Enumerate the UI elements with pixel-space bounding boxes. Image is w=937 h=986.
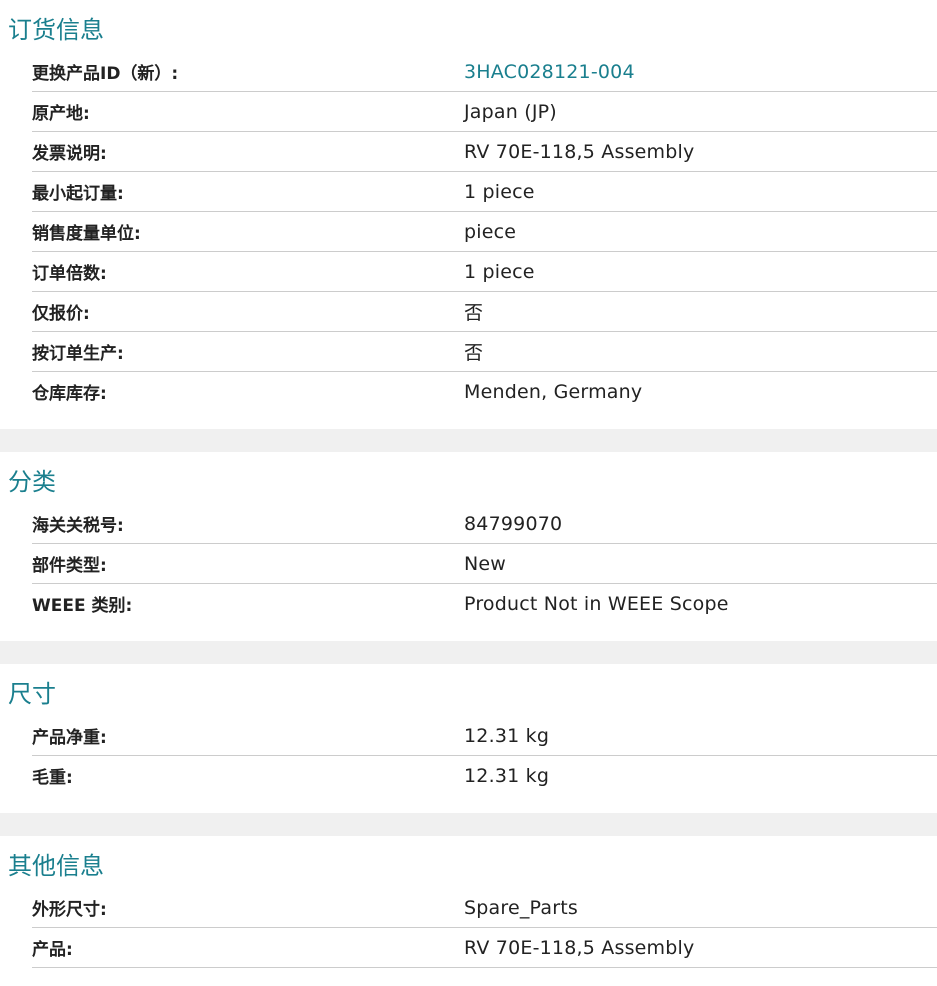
- section-title-ordering-info: 订货信息: [8, 16, 104, 44]
- row-label: 更换产品ID（新）:: [32, 64, 179, 84]
- row-label: 部件类型:: [32, 556, 107, 576]
- row-label: 外形尺寸:: [32, 900, 107, 920]
- section-title-dimensions: 尺寸: [8, 680, 56, 708]
- section-divider-band: [0, 641, 937, 664]
- row-label: 毛重:: [32, 768, 73, 788]
- table-row: 外形尺寸: Spare_Parts: [32, 888, 937, 928]
- table-row: 仅报价: 否: [32, 292, 937, 332]
- section-dimensions: 尺寸 产品净重: 12.31 kg 毛重: 12.31 kg: [0, 664, 937, 813]
- row-value: piece: [464, 220, 517, 243]
- table-row: WEEE 类别: Product Not in WEEE Scope: [32, 584, 937, 623]
- row-label: 按订单生产:: [32, 344, 124, 364]
- section-title-classification: 分类: [8, 468, 56, 496]
- table-row: 部件类型: New: [32, 544, 937, 584]
- dimensions-table: 产品净重: 12.31 kg 毛重: 12.31 kg: [32, 716, 937, 795]
- row-value: 否: [464, 302, 484, 324]
- row-value: 1 piece: [464, 180, 535, 203]
- row-value: Spare_Parts: [464, 896, 578, 919]
- table-row: 发票说明: RV 70E-118,5 Assembly: [32, 132, 937, 172]
- row-label: 销售度量单位:: [32, 224, 141, 244]
- table-row: 产品净重: 12.31 kg: [32, 716, 937, 756]
- row-label: 发票说明:: [32, 144, 107, 164]
- row-label: WEEE 类别:: [32, 596, 133, 616]
- table-row: 更换产品ID（新）: 3HAC028121-004: [32, 52, 937, 92]
- row-value: RV 70E-118,5 Assembly: [464, 140, 695, 163]
- table-row: 原产地: Japan (JP): [32, 92, 937, 132]
- row-label: 产品净重:: [32, 728, 107, 748]
- table-row: 最小起订量: 1 piece: [32, 172, 937, 212]
- row-value: Menden, Germany: [464, 380, 643, 403]
- table-row: 仓库库存: Menden, Germany: [32, 372, 937, 411]
- table-row: 毛重: 12.31 kg: [32, 756, 937, 795]
- row-label: 仅报价:: [32, 304, 90, 324]
- row-value: RV 70E-118,5 Assembly: [464, 936, 695, 959]
- table-row: 海关关税号: 84799070: [32, 504, 937, 544]
- row-value: 84799070: [464, 512, 563, 535]
- table-row: 销售度量单位: piece: [32, 212, 937, 252]
- row-label: 原产地:: [32, 104, 90, 124]
- section-other-info: 其他信息 外形尺寸: Spare_Parts 产品: RV 70E-118,5 …: [0, 836, 937, 986]
- table-row: 按订单生产: 否: [32, 332, 937, 372]
- table-row: 产品: RV 70E-118,5 Assembly: [32, 928, 937, 968]
- section-divider-band: [0, 429, 937, 452]
- row-label: 最小起订量:: [32, 184, 124, 204]
- row-value: Japan (JP): [464, 100, 557, 123]
- ordering-info-table: 更换产品ID（新）: 3HAC028121-004 原产地: Japan (JP…: [32, 52, 937, 411]
- row-label: 仓库库存:: [32, 384, 107, 404]
- row-value: 12.31 kg: [464, 724, 550, 747]
- row-value: 否: [464, 342, 484, 364]
- section-classification: 分类 海关关税号: 84799070 部件类型: New WEEE 类别: Pr…: [0, 452, 937, 641]
- section-divider-band: [0, 813, 937, 836]
- table-row: 订单倍数: 1 piece: [32, 252, 937, 292]
- replacement-product-id-link[interactable]: 3HAC028121-004: [464, 61, 635, 83]
- row-label: 产品:: [32, 940, 73, 960]
- section-ordering-info: 订货信息 更换产品ID（新）: 3HAC028121-004 原产地: Japa…: [0, 0, 937, 429]
- classification-table: 海关关税号: 84799070 部件类型: New WEEE 类别: Produ…: [32, 504, 937, 623]
- row-value: 12.31 kg: [464, 764, 550, 787]
- row-label: 订单倍数:: [32, 264, 107, 284]
- row-value: Product Not in WEEE Scope: [464, 592, 729, 615]
- row-value: New: [464, 552, 507, 575]
- row-value: 1 piece: [464, 260, 535, 283]
- section-title-other-info: 其他信息: [8, 852, 104, 880]
- row-label: 海关关税号:: [32, 516, 124, 536]
- other-info-table: 外形尺寸: Spare_Parts 产品: RV 70E-118,5 Assem…: [32, 888, 937, 968]
